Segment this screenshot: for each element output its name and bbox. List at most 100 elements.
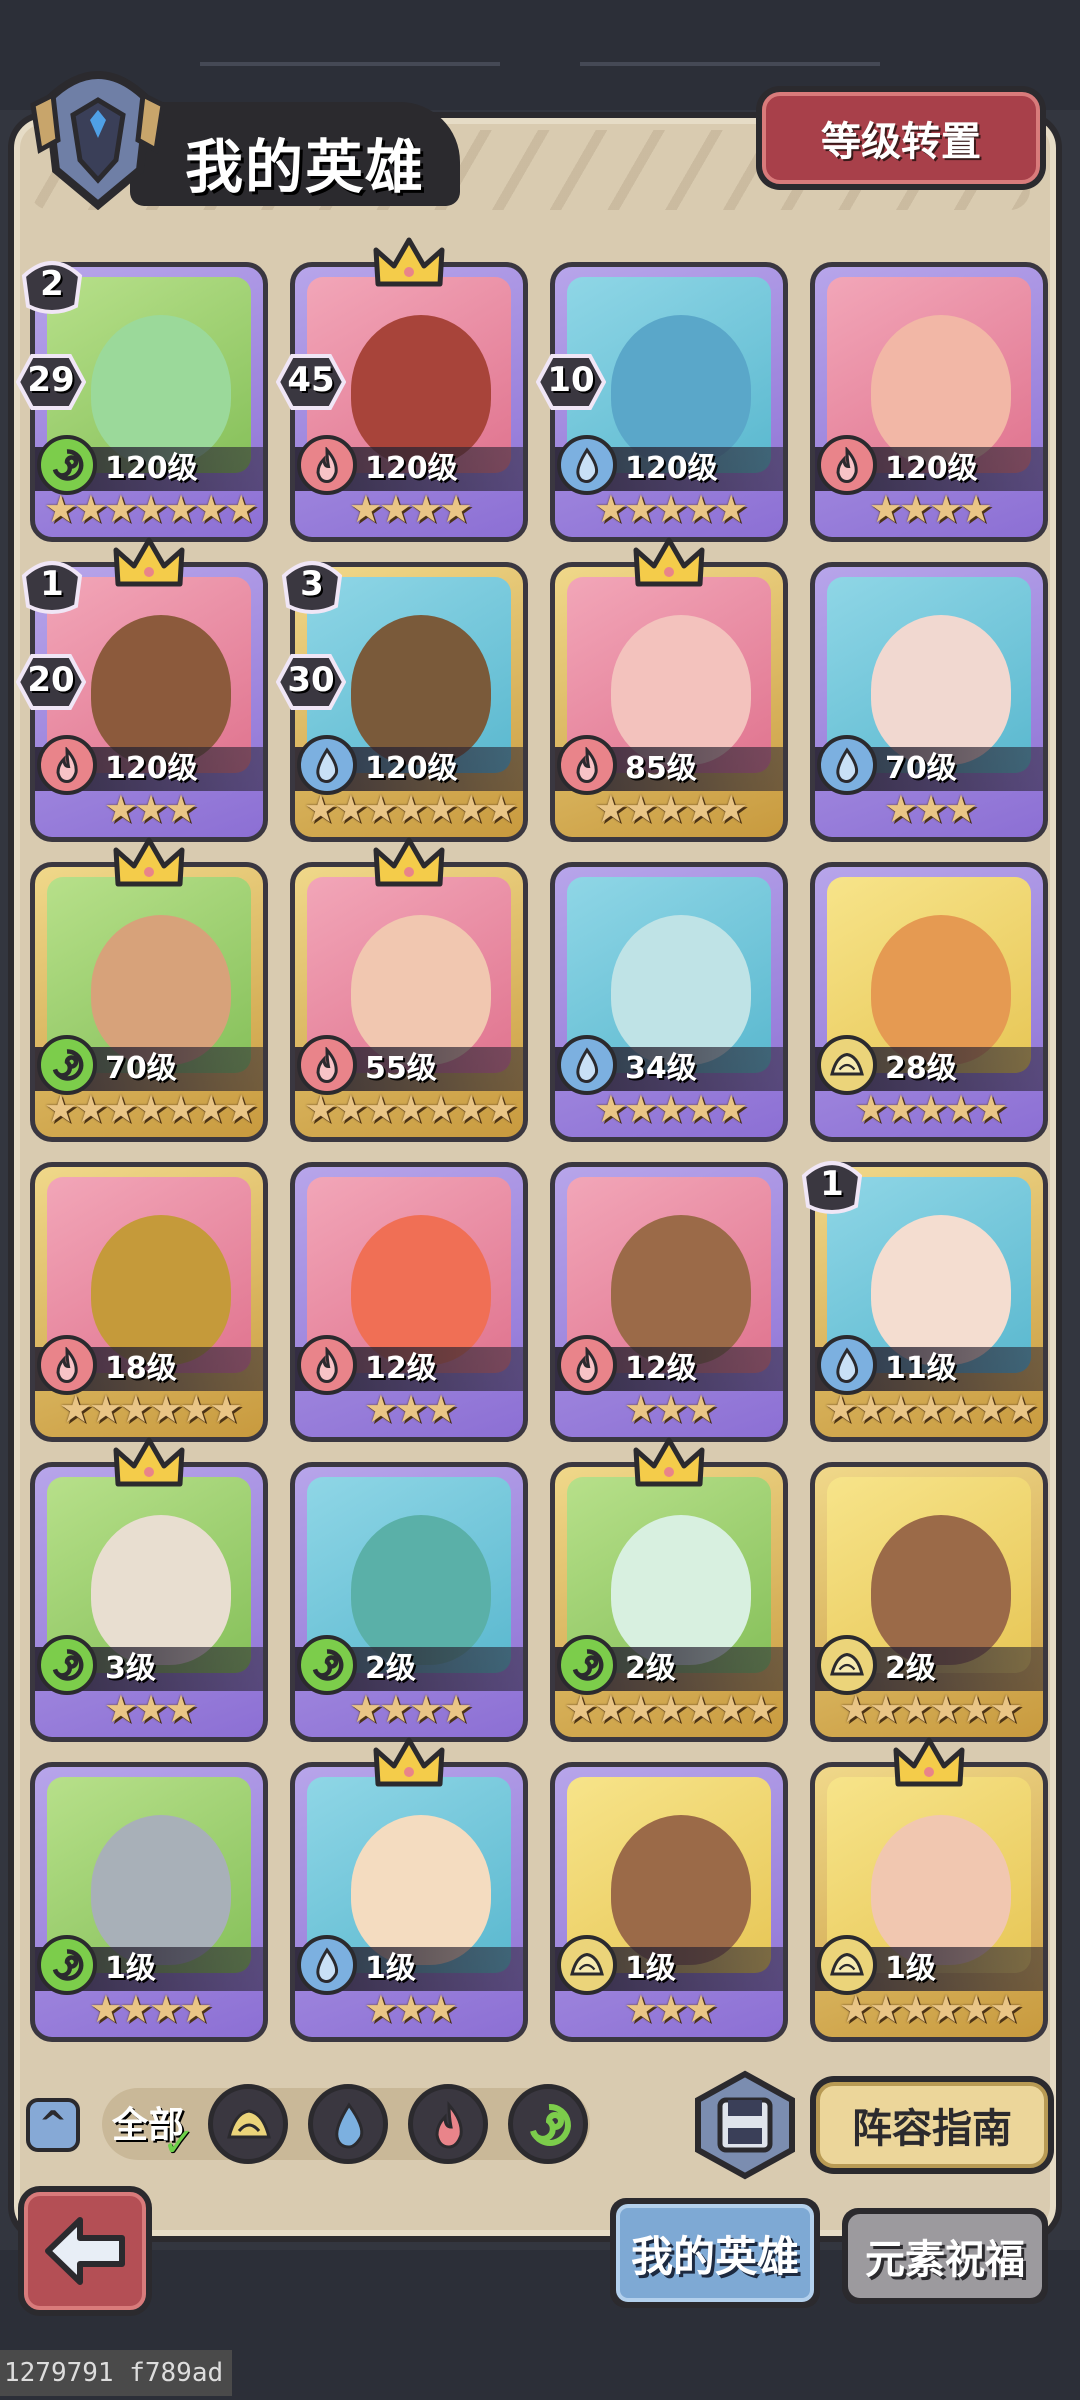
hero-card[interactable]: 18级 ★★★★★★ <box>30 1162 268 1442</box>
page-title: 我的英雄 <box>185 133 426 201</box>
hero-card[interactable]: 85级 ★★★★★ <box>550 562 788 842</box>
back-button[interactable] <box>18 2186 152 2316</box>
star-rating: ★★★★★★★ <box>43 487 258 531</box>
filter-nature[interactable] <box>508 2084 588 2164</box>
rank-badge: 1 <box>18 556 86 618</box>
element-badge-fire <box>557 1335 617 1395</box>
star-rating: ★★★★ <box>348 1687 473 1731</box>
hero-card[interactable]: 70级 ★★★ <box>810 562 1048 842</box>
hero-level: 18级 <box>105 1351 177 1386</box>
hero-level: 2级 <box>365 1651 416 1686</box>
hero-card[interactable]: 3级 ★★★ <box>30 1462 268 1742</box>
hero-card[interactable]: 1级 ★★★ <box>550 1762 788 2042</box>
rank-badge: 3 <box>278 556 346 618</box>
element-badge-water <box>817 735 877 795</box>
element-badge-fire <box>297 1035 357 1095</box>
element-badge-water <box>557 435 617 495</box>
hero-card[interactable]: 1级 ★★★★★★ <box>810 1762 1048 2042</box>
hero-card[interactable]: 70级 ★★★★★★★ <box>30 862 268 1142</box>
hero-card[interactable]: 1级 ★★★★ <box>30 1762 268 2042</box>
collapse-button[interactable]: ^ <box>26 2098 80 2152</box>
hero-level: 120级 <box>625 451 718 486</box>
hero-card[interactable]: 34级 ★★★★★ <box>550 862 788 1142</box>
element-badge-nature <box>37 1935 97 1995</box>
star-rating: ★★★★★★ <box>838 1687 1023 1731</box>
rank-number: 2 <box>40 264 64 304</box>
hero-level: 1级 <box>365 1951 416 1986</box>
star-rating: ★★★ <box>363 1987 458 2031</box>
lineup-guide-label: 阵容指南 <box>816 2082 1048 2168</box>
nature-icon <box>530 2103 571 2146</box>
earth-icon <box>830 1052 864 1076</box>
level-reset-button[interactable]: 等级转置 <box>756 86 1046 190</box>
earth-icon <box>830 1652 864 1676</box>
hero-card[interactable]: 55级 ★★★★★★★ <box>290 862 528 1142</box>
hero-card[interactable]: 2级 ★★★★★★★ <box>550 1462 788 1742</box>
star-rating: ★★★ <box>103 787 198 831</box>
star-rating: ★★★ <box>103 1687 198 1731</box>
star-rating: ★★★★★ <box>853 1087 1008 1131</box>
fire-icon <box>316 1047 338 1083</box>
hero-card[interactable]: 12级 ★★★ <box>290 1162 528 1442</box>
hero-level: 2级 <box>625 1651 676 1686</box>
element-badge-nature <box>37 1635 97 1695</box>
nature-icon <box>52 449 84 481</box>
tab-my-heroes-label: 我的英雄 <box>616 2204 814 2302</box>
tab-element-blessing[interactable]: 元素祝福 <box>842 2208 1048 2304</box>
tab-my-heroes[interactable]: 我的英雄 <box>610 2198 820 2308</box>
lineup-guide-button[interactable]: 阵容指南 <box>810 2076 1054 2174</box>
element-badge-earth <box>557 1935 617 1995</box>
fire-icon <box>56 747 78 783</box>
nature-icon <box>572 1649 604 1681</box>
filter-earth[interactable] <box>208 2084 288 2164</box>
element-badge-water <box>297 735 357 795</box>
count-number: 10 <box>547 360 595 400</box>
hero-level: 28级 <box>885 1051 957 1086</box>
count-number: 45 <box>287 360 335 400</box>
hero-card[interactable]: 2级 ★★★★ <box>290 1462 528 1742</box>
fire-icon <box>56 1347 78 1383</box>
crown-icon <box>113 837 185 887</box>
element-badge-fire <box>297 435 357 495</box>
fire-icon <box>576 1347 598 1383</box>
count-badge: 20 <box>15 652 87 712</box>
rank-badge: 1 <box>798 1156 866 1218</box>
filter-water[interactable] <box>308 2084 388 2164</box>
save-lineup-button[interactable] <box>690 2070 800 2180</box>
element-badge-fire <box>297 1335 357 1395</box>
rank-number: 3 <box>300 564 324 604</box>
water-icon <box>316 1947 339 1983</box>
hero-card[interactable]: 1级 ★★★ <box>290 1762 528 2042</box>
nature-icon <box>312 1649 344 1681</box>
earth-icon <box>830 1952 864 1976</box>
tab-element-blessing-label: 元素祝福 <box>848 2214 1042 2298</box>
count-badge: 10 <box>535 352 607 412</box>
back-button-body <box>24 2192 146 2310</box>
star-rating: ★★★★ <box>868 487 993 531</box>
hero-level: 11级 <box>885 1351 957 1386</box>
hero-card[interactable]: 120级 ★★★★ <box>810 262 1048 542</box>
star-rating: ★★★★★★★ <box>303 787 518 831</box>
debug-overlay-text: 1279791 f789ad <box>0 2350 232 2396</box>
hero-card[interactable]: 2级 ★★★★★★ <box>810 1462 1048 1742</box>
hero-card[interactable]: 28级 ★★★★★ <box>810 862 1048 1142</box>
water-icon <box>335 2102 364 2149</box>
title-area: 我的英雄 <box>20 60 460 210</box>
nature-icon <box>52 1949 84 1981</box>
fire-icon <box>316 1347 338 1383</box>
crown-icon <box>373 237 445 287</box>
hero-level: 55级 <box>365 1051 437 1086</box>
nature-icon <box>52 1649 84 1681</box>
level-reset-label: 等级转置 <box>762 92 1040 184</box>
star-rating: ★★★★ <box>348 487 473 531</box>
hero-level: 12级 <box>365 1351 437 1386</box>
hero-card[interactable]: 12级 ★★★ <box>550 1162 788 1442</box>
star-rating: ★★★★★★★ <box>303 1087 518 1131</box>
hero-level: 34级 <box>625 1051 697 1086</box>
element-badge-nature <box>37 1035 97 1095</box>
element-badge-fire <box>817 435 877 495</box>
filter-fire[interactable] <box>408 2084 488 2164</box>
star-rating: ★★★★ <box>88 1987 213 2031</box>
element-badge-water <box>557 1035 617 1095</box>
title-bar: 我的英雄 <box>130 102 460 206</box>
